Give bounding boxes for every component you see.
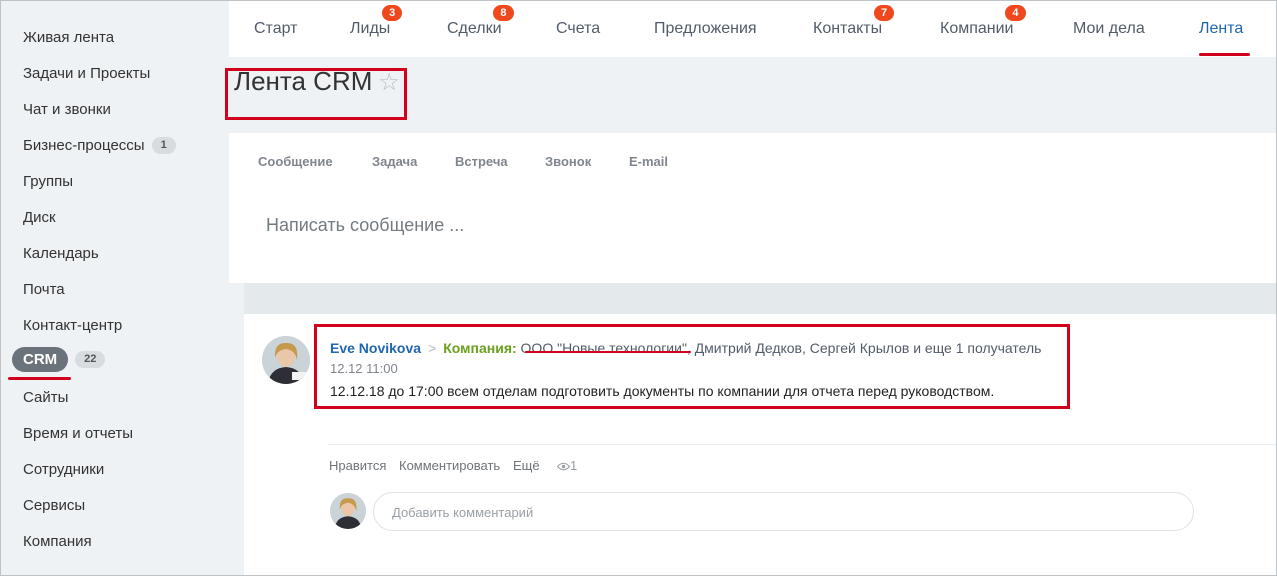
crm-highlight-underline xyxy=(8,377,71,380)
company-highlight-underline xyxy=(525,351,691,353)
post-header: Eve Novikova > Компания: ООО "Новые технол… xyxy=(330,340,1041,356)
tab-my-activities[interactable]: Мои дела xyxy=(1073,20,1145,38)
chevron-right-icon: > xyxy=(428,340,437,356)
page-title: Лента CRM ☆ xyxy=(234,66,400,96)
post-text: 12.12.18 до 17:00 всем отделам подготови… xyxy=(330,383,995,399)
tab-feed[interactable]: Лента xyxy=(1199,20,1243,38)
counter-badge: 1 xyxy=(151,136,176,154)
tab-start[interactable]: Старт xyxy=(254,20,297,38)
recipients[interactable]: , Дмитрий Дедков, Сергей Крылов и еще 1 … xyxy=(687,340,1042,356)
sidebar-item-mail[interactable]: Почта xyxy=(23,277,65,301)
divider xyxy=(328,444,1276,445)
current-user-avatar xyxy=(330,493,366,529)
counter-badge: 7 xyxy=(873,5,895,21)
page-header: Лента CRM ☆ xyxy=(225,57,1276,133)
tab-deals[interactable]: Сделки 8 xyxy=(447,5,514,38)
post-highlight-box: Eve Novikova > Компания: ООО "Новые технол… xyxy=(314,324,1070,409)
tab-contacts[interactable]: Контакты 7 xyxy=(813,5,895,38)
post-timestamp[interactable]: 12.12 11:00 xyxy=(330,361,398,376)
sidebar-item-employees[interactable]: Сотрудники xyxy=(23,457,104,481)
crm-top-navigation: Старт Лиды 3 Сделки 8 Счета Предложения Ко… xyxy=(229,1,1276,57)
sidebar-item-groups[interactable]: Группы xyxy=(23,169,73,193)
sidebar-item-calendar[interactable]: Календарь xyxy=(23,241,99,265)
counter-badge: 3 xyxy=(382,5,403,21)
destination-label: Компания: xyxy=(443,340,517,356)
feed-separator xyxy=(244,283,1276,314)
author-avatar[interactable] xyxy=(262,336,310,384)
post-composer: Сообщение Задача Встреча Звонок E-mail Н… xyxy=(229,133,1276,283)
sidebar-item-tasks[interactable]: Задачи и Проекты xyxy=(23,61,150,85)
message-input[interactable]: Написать сообщение ... xyxy=(266,215,464,236)
person-icon xyxy=(330,493,366,529)
composer-tab-email[interactable]: E-mail xyxy=(629,154,668,169)
composer-tab-call[interactable]: Звонок xyxy=(545,154,591,169)
left-sidebar: Живая лента Задачи и Проекты Чат и звонк… xyxy=(1,1,229,575)
tab-invoices[interactable]: Счета xyxy=(556,20,600,38)
sidebar-item-bizproc[interactable]: Бизнес-процессы 1 xyxy=(23,133,176,157)
sidebar-item-crm[interactable]: CRM 22 xyxy=(12,346,106,372)
tab-leads[interactable]: Лиды 3 xyxy=(350,5,403,38)
tab-companies[interactable]: Компании 4 xyxy=(940,5,1026,38)
author-link[interactable]: Eve Novikova xyxy=(330,340,421,356)
company-link[interactable]: ООО "Новые технологии" xyxy=(521,340,687,356)
sidebar-item-time-reports[interactable]: Время и отчеты xyxy=(23,421,133,445)
counter-badge: 22 xyxy=(75,350,106,368)
person-icon xyxy=(262,336,310,384)
star-icon[interactable]: ☆ xyxy=(378,69,400,96)
composer-tab-task[interactable]: Задача xyxy=(372,154,417,169)
more-button[interactable]: Ещё xyxy=(513,458,540,473)
like-button[interactable]: Нравится xyxy=(329,458,386,473)
sidebar-item-chat[interactable]: Чат и звонки xyxy=(23,97,111,121)
counter-badge: 8 xyxy=(493,5,514,21)
sidebar-item-sites[interactable]: Сайты xyxy=(23,385,68,409)
counter-badge: 4 xyxy=(1005,5,1026,21)
sidebar-item-company[interactable]: Компания xyxy=(23,529,92,553)
sidebar-item-contact-center[interactable]: Контакт-центр xyxy=(23,313,122,337)
comment-input[interactable]: Добавить комментарий xyxy=(373,492,1194,531)
composer-tab-message[interactable]: Сообщение xyxy=(258,154,333,169)
sidebar-item-live-feed[interactable]: Живая лента xyxy=(23,25,114,49)
sidebar-item-services[interactable]: Сервисы xyxy=(23,493,85,517)
active-tab-underline xyxy=(1199,53,1250,56)
feed-list: Eve Novikova > Компания: ООО "Новые технол… xyxy=(244,314,1276,575)
comment-button[interactable]: Комментировать xyxy=(399,458,500,473)
composer-tab-meeting[interactable]: Встреча xyxy=(455,154,508,169)
sidebar-item-disk[interactable]: Диск xyxy=(23,205,56,229)
tab-quotes[interactable]: Предложения xyxy=(654,20,757,38)
views-counter: 1 xyxy=(556,458,577,473)
eye-icon xyxy=(556,462,571,471)
